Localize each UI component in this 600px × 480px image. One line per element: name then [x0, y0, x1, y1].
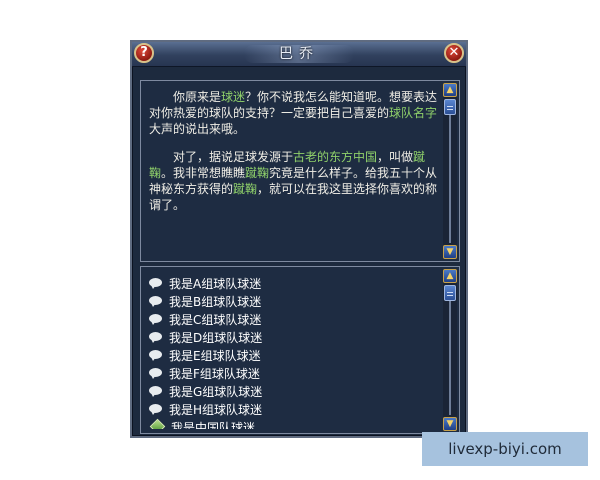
- option-label: 我是A组球队球迷: [169, 277, 262, 291]
- dialog-option[interactable]: 我是F组球队球迷: [149, 365, 439, 383]
- scroll-up-button[interactable]: ▲: [443, 269, 457, 283]
- dialog-option[interactable]: 我是B组球队球迷: [149, 293, 439, 311]
- dialog-option[interactable]: 我是C组球队球迷: [149, 311, 439, 329]
- speech-bubble-icon: [149, 296, 163, 307]
- watermark: livexp-biyi.com: [422, 432, 588, 466]
- dialog-text-panel: 你原来是球迷？你不说我怎么能知道呢。想要表达对你热爱的球队的支持？一定要把自己喜…: [140, 80, 460, 262]
- dialog-text-segment: 对了，据说足球发源于: [173, 150, 294, 164]
- options-scrollbar[interactable]: ▲ ▼: [443, 269, 457, 431]
- highlighted-keyword: 蹴鞠: [233, 182, 258, 196]
- dialog-text: 你原来是球迷？你不说我怎么能知道呢。想要表达对你热爱的球队的支持？一定要把自己喜…: [149, 89, 439, 257]
- speech-bubble-icon: [149, 386, 163, 397]
- dialog-paragraph: 你原来是球迷？你不说我怎么能知道呢。想要表达对你热爱的球队的支持？一定要把自己喜…: [149, 89, 439, 137]
- option-label: 我是H组球队球迷: [169, 403, 263, 417]
- close-button[interactable]: ✕: [444, 43, 464, 63]
- scroll-down-button[interactable]: ▼: [443, 417, 457, 431]
- option-label: 我是C组球队球迷: [169, 313, 262, 327]
- scroll-thumb[interactable]: [444, 285, 456, 301]
- npc-name-title: 巴乔: [279, 46, 319, 62]
- speech-bubble-icon: [149, 314, 163, 325]
- speech-bubble-icon: [149, 350, 163, 361]
- scroll-up-button[interactable]: ▲: [443, 83, 457, 97]
- option-list: 我是A组球队球迷 我是B组球队球迷 我是C组球队球迷 我是D组球队球迷 我是E组球队球迷…: [149, 275, 439, 429]
- dialog-text-segment: 你原来是: [173, 90, 222, 104]
- highlighted-keyword: 球迷: [221, 90, 246, 104]
- dialog-text-segment: 。我非常想瞧瞧: [161, 166, 246, 180]
- dialog-option[interactable]: 我是E组球队球迷: [149, 347, 439, 365]
- dialog-option[interactable]: 我是G组球队球迷: [149, 383, 439, 401]
- dialog-text-segment: ，叫做: [377, 150, 414, 164]
- title-bar[interactable]: 巴乔 ? ✕: [132, 42, 466, 67]
- speech-bubble-icon: [149, 278, 163, 289]
- option-label: 我是E组球队球迷: [169, 349, 261, 363]
- dialog-scrollbar[interactable]: ▲ ▼: [443, 83, 457, 259]
- scroll-down-button[interactable]: ▼: [443, 245, 457, 259]
- option-label: 我是B组球队球迷: [169, 295, 262, 309]
- scroll-track: [449, 285, 451, 415]
- option-label: 我是F组球队球迷: [169, 367, 260, 381]
- dialog-option[interactable]: 我是A组球队球迷: [149, 275, 439, 293]
- speech-bubble-icon: [149, 404, 163, 415]
- speech-bubble-icon: [149, 332, 163, 343]
- scroll-thumb[interactable]: [444, 99, 456, 115]
- dialog-options-panel: 我是A组球队球迷 我是B组球队球迷 我是C组球队球迷 我是D组球队球迷 我是E组球队球迷…: [140, 266, 460, 434]
- npc-dialog-window: 巴乔 ? ✕ 你原来是球迷？你不说我怎么能知道呢。想要表达对你热爱的球队的支持？…: [130, 40, 468, 438]
- option-label: 我是中国队球迷: [171, 421, 256, 429]
- option-label: 我是D组球队球迷: [169, 331, 263, 345]
- scroll-track: [449, 99, 451, 243]
- dialog-option[interactable]: 我是中国队球迷: [149, 418, 439, 429]
- dialog-option[interactable]: 我是D组球队球迷: [149, 329, 439, 347]
- dialog-option[interactable]: 我是H组球队球迷: [149, 401, 439, 419]
- diamond-icon: [149, 418, 166, 429]
- dialog-paragraph: 对了，据说足球发源于古老的东方中国，叫做蹴鞠。我非常想瞧瞧蹴鞠究竟是什么样子。给…: [149, 149, 439, 213]
- highlighted-keyword: 古老的东方中国: [293, 150, 378, 164]
- speech-bubble-icon: [149, 368, 163, 379]
- highlighted-keyword: 球队名字: [389, 106, 438, 120]
- dialog-text-segment: 大声的说出来哦。: [149, 122, 246, 136]
- option-label: 我是G组球队球迷: [169, 385, 263, 399]
- highlighted-keyword: 蹴鞠: [245, 166, 270, 180]
- help-button[interactable]: ?: [134, 43, 154, 63]
